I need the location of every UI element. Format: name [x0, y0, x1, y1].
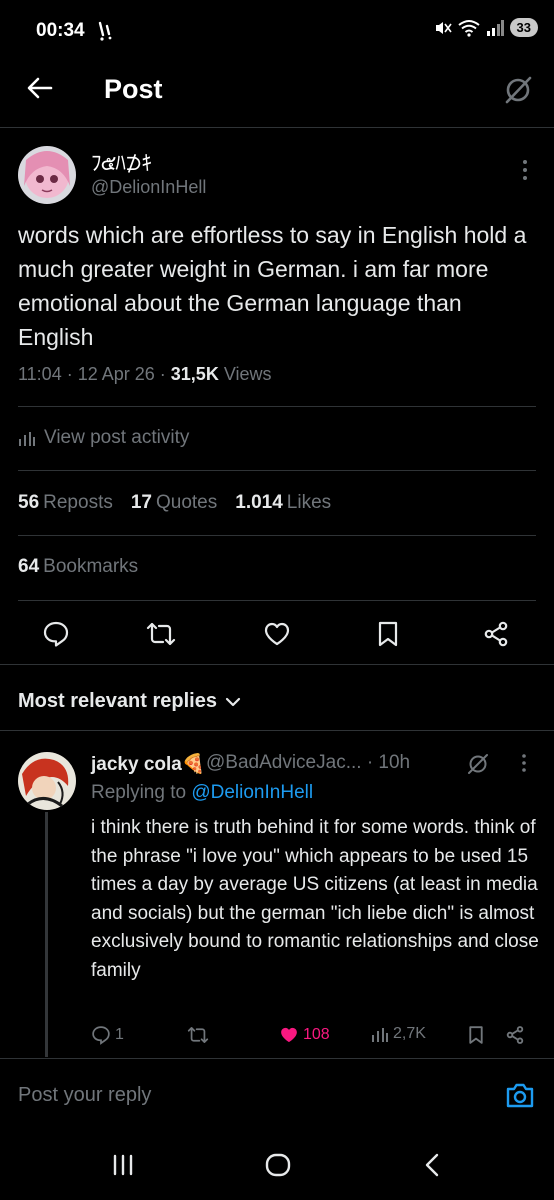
repost-icon	[187, 1027, 209, 1043]
camera-button[interactable]	[505, 1081, 535, 1109]
author-avatar[interactable]	[18, 146, 76, 204]
reply-time: · 10h	[366, 752, 411, 773]
bookmarks-divider	[18, 600, 536, 601]
heart-icon	[264, 622, 290, 646]
bookmark-icon	[378, 621, 398, 647]
reply-repost-button[interactable]	[187, 1025, 209, 1045]
post-meta: 11:04 · 12 Apr 26 · 31,5K Views	[18, 364, 272, 384]
reply-views-button[interactable]: 2,7K	[371, 1025, 426, 1043]
bookmark-icon	[469, 1026, 483, 1044]
reply-like-count: 108	[303, 1026, 330, 1043]
replying-to-link[interactable]: @DelionInHell	[191, 782, 313, 803]
reposts-stat[interactable]: 56 Reposts	[18, 492, 113, 514]
bookmarks-stat[interactable]: 64 Bookmarks	[18, 556, 138, 578]
post-text: words which are effortless to say in Eng…	[18, 222, 527, 350]
reply-view-count: 2,7K	[393, 1025, 426, 1042]
analytics-icon	[372, 1028, 388, 1042]
notification-icon	[96, 20, 116, 42]
post-stats: 56 Reposts 17 Quotes 1.014 Likes	[18, 492, 331, 514]
home-button[interactable]	[265, 1153, 291, 1177]
post-views-count: 31,5K	[170, 364, 219, 384]
meta-divider	[18, 406, 536, 407]
share-icon	[484, 621, 508, 647]
reply-sort-dropdown[interactable]: Most relevant replies	[18, 690, 241, 713]
compose-divider	[0, 1058, 554, 1059]
reply-grok-button[interactable]	[466, 752, 490, 776]
page-title: Post	[104, 74, 163, 104]
status-icons: 33	[434, 18, 538, 37]
actions-divider	[0, 664, 554, 665]
activity-divider	[18, 470, 536, 471]
reply-bookmark-button[interactable]	[467, 1025, 485, 1045]
battery-indicator: 33	[509, 18, 538, 37]
back-arrow-icon	[27, 77, 53, 99]
repost-icon	[146, 622, 176, 646]
reply-compose-input[interactable]: Post your reply	[18, 1084, 151, 1107]
recent-apps-button[interactable]	[111, 1154, 135, 1176]
reply-like-button[interactable]: 108	[279, 1025, 330, 1045]
likes-stat[interactable]: 1.014 Likes	[235, 492, 331, 514]
reply-author-handle[interactable]: @BadAdviceJac... · 10h	[206, 752, 410, 774]
post-date: 12 Apr 26	[77, 364, 155, 384]
grok-icon	[468, 754, 488, 774]
activity-label: View post activity	[44, 427, 190, 448]
recents-icon	[113, 1154, 133, 1176]
quotes-stat[interactable]: 17 Quotes	[131, 492, 217, 514]
post-views-label: Views	[223, 364, 272, 384]
reply-icon	[92, 1026, 110, 1045]
home-icon	[265, 1153, 291, 1177]
more-vertical-icon	[522, 754, 526, 772]
more-vertical-icon	[523, 160, 527, 180]
share-button[interactable]	[482, 620, 510, 648]
repost-button[interactable]	[146, 620, 176, 648]
reply-button[interactable]	[42, 620, 70, 648]
reply-sort-label: Most relevant replies	[18, 690, 217, 712]
replies-header-divider	[0, 730, 554, 731]
signal-icon	[486, 19, 504, 36]
analytics-icon	[19, 432, 35, 446]
nav-back-button[interactable]	[423, 1153, 441, 1177]
reply-reply-count: 1	[115, 1026, 124, 1043]
heart-filled-icon	[281, 1027, 297, 1043]
post-more-button[interactable]	[517, 158, 533, 182]
author-display-name[interactable]: ﾌ๕ﾊ⊅ｷ	[91, 147, 152, 180]
back-button[interactable]	[26, 74, 54, 102]
reply-text: i think there is truth behind it for som…	[91, 817, 539, 981]
view-post-activity-link[interactable]: View post activity	[18, 427, 189, 449]
post-action-row	[0, 612, 554, 656]
stats-divider	[18, 535, 536, 536]
mute-icon	[434, 19, 452, 37]
wifi-icon	[457, 19, 480, 37]
reply-icon	[43, 621, 69, 647]
grok-icon	[505, 76, 532, 104]
pizza-emoji: 🍕	[181, 754, 206, 775]
reply-share-button[interactable]	[505, 1025, 525, 1045]
author-handle[interactable]: @DelionInHell	[91, 177, 206, 198]
header-divider	[0, 127, 554, 128]
reply-avatar[interactable]	[18, 752, 76, 810]
system-nav-bar	[0, 1128, 554, 1200]
chevron-left-icon	[425, 1153, 439, 1177]
camera-icon	[506, 1083, 534, 1108]
thread-line	[45, 812, 48, 1057]
like-button[interactable]	[263, 620, 291, 648]
bookmark-button[interactable]	[376, 620, 400, 648]
chevron-down-icon	[225, 697, 241, 706]
status-time: 00:34	[36, 20, 85, 41]
replying-to: Replying to @DelionInHell	[91, 782, 314, 803]
reply-reply-button[interactable]: 1	[91, 1025, 124, 1045]
reply-author-name[interactable]: jacky cola🍕	[91, 752, 206, 776]
reply-action-row: 1 108 2,7K	[91, 1025, 541, 1049]
reply-more-button[interactable]	[517, 752, 531, 774]
share-icon	[506, 1026, 524, 1044]
post-time: 11:04	[18, 364, 62, 384]
grok-button[interactable]	[502, 74, 534, 106]
